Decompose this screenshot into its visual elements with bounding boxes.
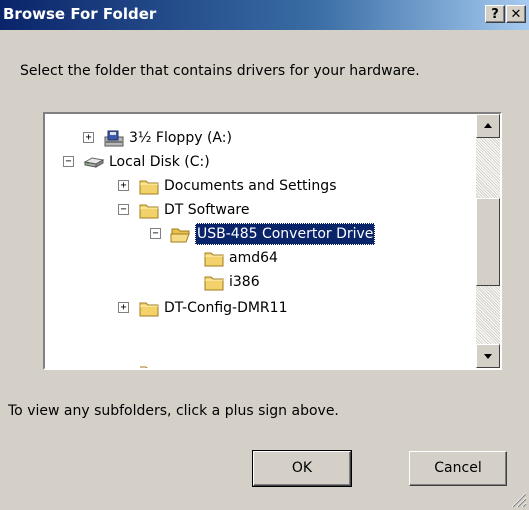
tree-node-amd64[interactable]: amd64 [45, 246, 475, 270]
tree-node-usb-485-convertor-drive[interactable]: − USB-485 Convertor Drive [45, 222, 475, 246]
collapse-icon[interactable]: − [150, 228, 161, 239]
ok-button[interactable]: OK [252, 450, 352, 487]
folder-icon [139, 204, 159, 219]
tree-node-documents-and-settings[interactable]: + Documents and Settings [45, 174, 475, 198]
hard-disk-icon [83, 157, 105, 168]
floppy-drive-icon [104, 130, 124, 147]
folder-icon [139, 180, 159, 195]
arrow-up-icon [484, 123, 492, 128]
folder-icon [139, 302, 159, 317]
arrow-down-icon [484, 354, 492, 359]
window-title: Browse For Folder [3, 5, 157, 23]
tree-node-label: DT Software [164, 202, 250, 218]
help-button[interactable]: ? [485, 5, 505, 23]
tree-node-label: DT-Config-DMR11 [164, 300, 288, 316]
tree-node-local-disk[interactable]: − Local Disk (C:) [45, 150, 475, 174]
close-icon: ✕ [510, 7, 522, 22]
tree-node-label: Documents and Settings [164, 178, 337, 194]
collapse-icon[interactable]: − [63, 156, 74, 167]
tree-node-label: Local Disk (C:) [109, 154, 210, 170]
scroll-thumb[interactable] [476, 198, 500, 286]
cancel-button[interactable]: Cancel [409, 451, 507, 486]
tree-node-floppy[interactable]: + 3½ Floppy (A:) [45, 126, 475, 150]
tree-node-dt-software[interactable]: − DT Software [45, 198, 475, 222]
folder-tree[interactable]: + 3½ Floppy (A:) − Local Disk (C:) + Doc… [43, 112, 502, 370]
expand-icon[interactable]: + [118, 302, 129, 313]
expand-icon[interactable]: + [118, 180, 129, 191]
tree-node-label: 3½ Floppy (A:) [129, 130, 232, 146]
expand-icon[interactable]: + [83, 132, 94, 143]
folder-icon [204, 276, 224, 291]
scroll-down-button[interactable] [476, 344, 500, 368]
open-folder-icon [170, 228, 190, 243]
folder-icon [140, 366, 148, 368]
tree-node-label: USB-485 Convertor Drive [195, 223, 376, 245]
tree-node-label: amd64 [229, 250, 278, 266]
scroll-up-button[interactable] [476, 114, 500, 138]
folder-icon [204, 252, 224, 267]
tree-node-label: i386 [229, 274, 260, 290]
help-icon: ? [491, 7, 499, 22]
tree-viewport: + 3½ Floppy (A:) − Local Disk (C:) + Doc… [45, 114, 476, 368]
hint-text: To view any subfolders, click a plus sig… [8, 403, 339, 419]
instruction-text: Select the folder that contains drivers … [20, 63, 420, 79]
tree-node-dt-config-dmr11[interactable]: + DT-Config-DMR11 [45, 296, 475, 320]
vertical-scrollbar[interactable] [476, 114, 500, 368]
resize-grip-icon[interactable] [509, 490, 527, 508]
collapse-icon[interactable]: − [118, 204, 129, 215]
close-button[interactable]: ✕ [506, 5, 526, 23]
title-bar[interactable]: Browse For Folder ? ✕ [0, 0, 529, 30]
tree-node-i386[interactable]: i386 [45, 270, 475, 294]
